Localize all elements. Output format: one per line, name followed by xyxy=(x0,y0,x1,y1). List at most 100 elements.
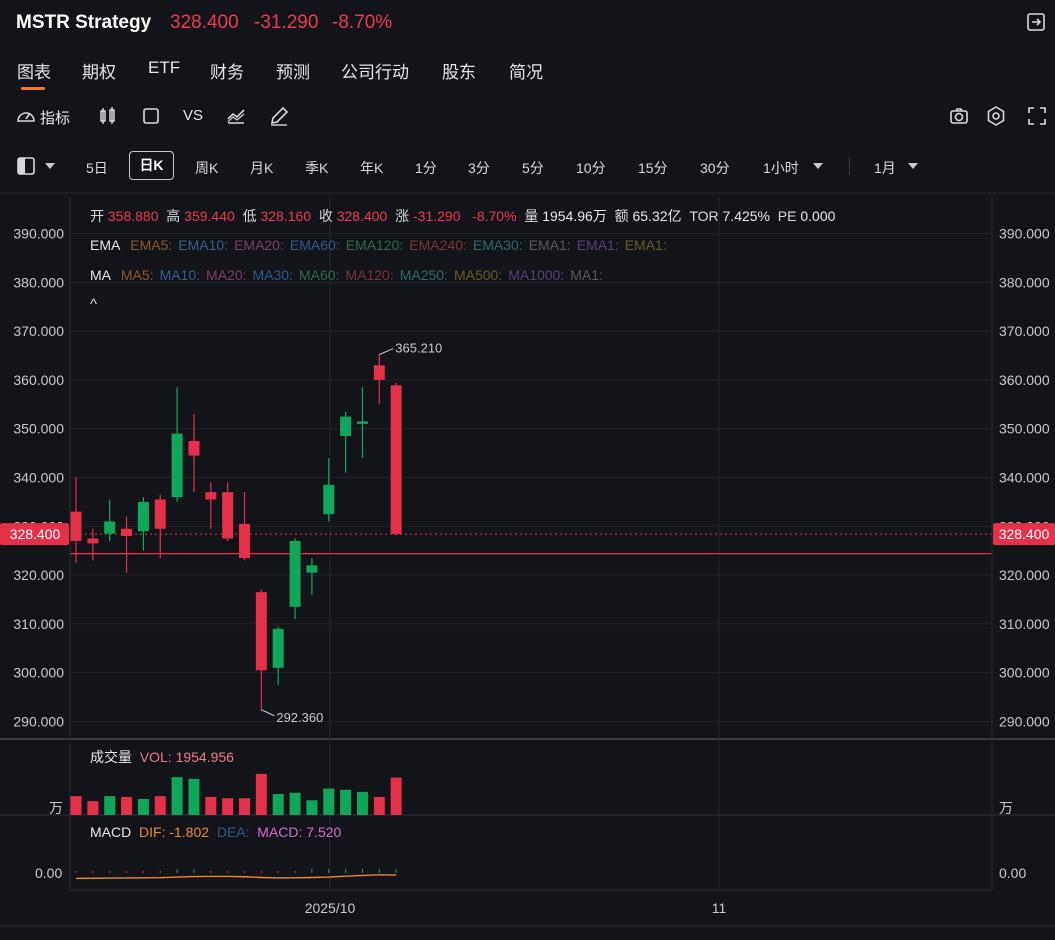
candle-body-6 xyxy=(171,433,183,498)
candle-body-2 xyxy=(104,521,116,534)
volume-bar-14 xyxy=(306,800,318,815)
change-percent-value: -8.70% xyxy=(472,208,517,224)
ma-item-4[interactable]: MA60: xyxy=(299,267,339,283)
last-price-label-right: 328.400 xyxy=(999,526,1050,542)
low-marker-label: 292.360 xyxy=(276,710,323,725)
last-price-label-left: 328.400 xyxy=(10,526,61,542)
y-tick-left-4: 350.000 xyxy=(13,421,64,437)
candle-body-5 xyxy=(154,499,166,529)
y-tick-right-2: 370.000 xyxy=(999,323,1050,339)
candle-body-18 xyxy=(373,365,385,380)
volume-panel-title: 成交量 xyxy=(90,749,132,765)
ema-legend-row[interactable]: EMA EMA5: EMA10: EMA20: EMA60: EMA120: EMA240… xyxy=(90,237,673,253)
volume-bar-5 xyxy=(154,796,166,815)
ma-item-1[interactable]: MA10: xyxy=(160,267,200,283)
grid-lines xyxy=(70,197,992,890)
macd-dif-label: DIF: -1.802 xyxy=(139,824,210,840)
amount-label: 额 xyxy=(614,208,629,224)
macd-dif-line xyxy=(75,874,397,880)
volume-bar-16 xyxy=(340,789,352,815)
open-label: 开 xyxy=(90,208,104,224)
candles xyxy=(70,354,402,710)
pe-value: 0.000 xyxy=(800,208,836,224)
ma-title: MA xyxy=(90,267,111,283)
ma-item-8[interactable]: MA1000: xyxy=(508,267,564,283)
change-label: 涨 xyxy=(395,208,410,224)
macd-value-label: MACD: 7.520 xyxy=(257,824,342,840)
close-label: 收 xyxy=(318,208,333,224)
macd-dea-label: DEA: xyxy=(216,824,250,840)
ma-item-2[interactable]: MA20: xyxy=(206,267,246,283)
ema-item-8[interactable]: EMA1: xyxy=(577,237,619,253)
ma-item-0[interactable]: MA5: xyxy=(121,267,154,283)
ma-item-7[interactable]: MA500: xyxy=(454,267,502,283)
ema-item-2[interactable]: EMA20: xyxy=(234,237,284,253)
turnover-label: TOR xyxy=(689,208,719,224)
volume-bar-0 xyxy=(70,796,82,815)
y-tick-right-5: 340.000 xyxy=(999,470,1050,486)
volume-bar-3 xyxy=(121,796,133,815)
candle-body-12 xyxy=(272,628,284,668)
chart-canvas[interactable]: 390.000 390.000 380.000 380.000 370.000 370.0… xyxy=(0,0,1055,940)
ema-item-0[interactable]: EMA5: xyxy=(130,237,172,253)
y-tick-left-8: 310.000 xyxy=(13,616,64,632)
ema-item-9[interactable]: EMA1: xyxy=(625,237,667,253)
volume-bar-2 xyxy=(104,796,116,815)
ma-item-9[interactable]: MA1: xyxy=(570,267,603,283)
ema-item-5[interactable]: EMA240: xyxy=(409,237,467,253)
ema-item-4[interactable]: EMA120: xyxy=(346,237,404,253)
candle-body-13 xyxy=(289,540,301,607)
volume-panel-value: VOL: 1954.956 xyxy=(139,749,234,765)
y-tick-left-5: 340.000 xyxy=(13,470,64,486)
volume-bars xyxy=(70,773,402,815)
candle-body-4 xyxy=(137,501,149,532)
volume-bar-11 xyxy=(255,773,267,815)
candle-body-8 xyxy=(205,492,217,500)
volume-bar-18 xyxy=(373,796,385,815)
volume-bar-17 xyxy=(356,791,368,815)
volume-bar-19 xyxy=(390,777,402,815)
y-tick-right-3: 360.000 xyxy=(999,372,1050,388)
y-tick-left-3: 360.000 xyxy=(13,372,64,388)
low-value: 328.160 xyxy=(260,208,312,224)
y-tick-right-0: 390.000 xyxy=(999,226,1050,242)
x-tick-0: 2025/10 xyxy=(305,900,356,916)
volume-bar-9 xyxy=(222,798,234,815)
ema-item-7[interactable]: EMA1: xyxy=(529,237,571,253)
candle-body-11 xyxy=(255,592,267,671)
y-tick-right-1: 380.000 xyxy=(999,274,1050,290)
volume-bar-12 xyxy=(272,794,284,815)
ema-item-1[interactable]: EMA10: xyxy=(178,237,228,253)
candle-body-15 xyxy=(323,484,335,515)
candle-body-7 xyxy=(188,440,200,456)
x-tick-1: 11 xyxy=(712,900,727,916)
candle-body-3 xyxy=(121,528,133,537)
macd-panel-title: MACD xyxy=(90,824,132,840)
ma-item-5[interactable]: MA120: xyxy=(345,267,393,283)
ema-item-3[interactable]: EMA60: xyxy=(290,237,340,253)
ma-item-3[interactable]: MA30: xyxy=(253,267,293,283)
panel-dividers xyxy=(0,192,1055,927)
candle-body-0 xyxy=(70,511,82,541)
volume-bar-6 xyxy=(171,777,183,815)
ma-item-6[interactable]: MA250: xyxy=(400,267,448,283)
candle-body-10 xyxy=(239,523,250,559)
volume-value: 1954.96万 xyxy=(542,208,607,224)
y-tick-right-8: 310.000 xyxy=(999,616,1050,632)
turnover-value: 7.425% xyxy=(722,208,770,224)
y-tick-left-1: 380.000 xyxy=(13,274,64,290)
ohlc-info-line: 开 358.880 高 359.440 低 328.160 收 328.400 … xyxy=(90,206,835,226)
y-tick-right-7: 320.000 xyxy=(999,567,1050,583)
collapse-indicators-icon[interactable]: ^ xyxy=(90,296,97,313)
high-value: 359.440 xyxy=(184,208,235,224)
y-tick-right-10: 290.000 xyxy=(999,713,1050,729)
volume-bar-10 xyxy=(239,798,250,815)
candle-body-19 xyxy=(390,385,402,535)
amount-value: 65.32亿 xyxy=(632,208,682,224)
ma-legend-row[interactable]: MA MA5: MA10: MA20: MA30: MA60: MA120: MA250: M… xyxy=(90,267,609,283)
volume-bar-8 xyxy=(205,796,217,815)
ema-item-6[interactable]: EMA30: xyxy=(473,237,523,253)
y-tick-left-0: 390.000 xyxy=(13,226,64,242)
high-marker-line xyxy=(379,348,394,356)
macd-zero-right: 0.00 xyxy=(999,865,1027,881)
